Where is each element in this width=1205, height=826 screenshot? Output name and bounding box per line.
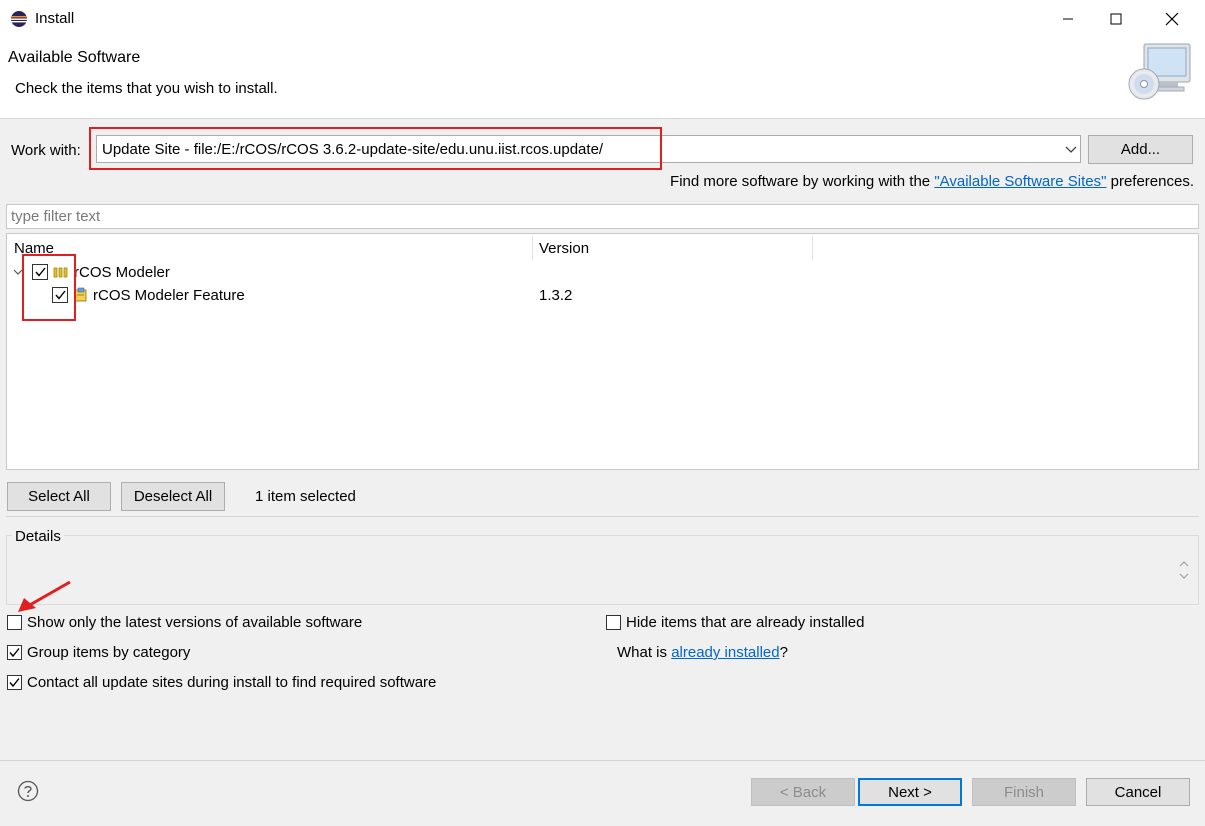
install-banner-icon [1126,42,1194,104]
annotation-arrow [14,578,72,614]
select-all-button[interactable]: Select All [7,482,111,511]
cancel-button[interactable]: Cancel [1086,778,1190,806]
finish-button[interactable]: Finish [972,778,1076,806]
annotation-highlight-site [89,127,662,170]
latest-only-checkbox[interactable] [7,615,22,630]
deselect-all-button[interactable]: Deselect All [121,482,225,511]
help-icon[interactable] [17,780,39,802]
hide-installed-label[interactable]: Hide items that are already installed [626,614,864,631]
column-separator[interactable] [532,236,533,260]
divider [0,760,1205,761]
hide-installed-checkbox[interactable] [606,615,621,630]
maximize-button[interactable] [1092,0,1140,38]
eclipse-icon [10,10,28,28]
contact-sites-label[interactable]: Contact all update sites during install … [27,674,436,691]
already-installed-link[interactable]: already installed [671,644,779,661]
contact-sites-checkbox[interactable] [7,675,22,690]
annotation-highlight-checkboxes [22,254,76,321]
what-is-prefix: What is [617,644,672,661]
details-scroll-arrows[interactable] [1177,558,1191,582]
add-site-button[interactable]: Add... [1088,135,1193,164]
window-title: Install [35,10,75,27]
details-box [6,535,1199,605]
selection-status: 1 item selected [255,488,356,505]
tree-item-version: 1.3.2 [539,287,573,304]
title-bar [0,0,1205,38]
tree-item-name[interactable]: rCOS Modeler Feature [93,287,245,304]
latest-only-label[interactable]: Show only the latest versions of availab… [27,614,362,631]
what-is-suffix: ? [779,644,788,661]
column-separator[interactable] [812,236,813,260]
find-more-text: Find more software by working with the "… [670,173,1194,190]
chevron-down-icon[interactable] [1063,141,1079,157]
column-header-version[interactable]: Version [539,240,589,257]
find-more-prefix: Find more software by working with the [670,173,935,190]
back-button[interactable]: < Back [751,778,855,806]
wizard-header [0,38,1205,119]
page-description: Check the items that you wish to install… [15,80,278,97]
available-software-sites-link[interactable]: "Available Software Sites" [934,173,1106,190]
filter-input[interactable] [6,204,1199,229]
what-is-installed-text: What is already installed? [617,644,788,661]
group-by-category-label[interactable]: Group items by category [27,644,190,661]
details-label: Details [12,528,64,545]
work-with-label: Work with: [11,142,81,159]
close-button[interactable] [1148,0,1196,38]
next-button[interactable]: Next > [858,778,962,806]
find-more-suffix: preferences. [1106,173,1194,190]
close-icon [1165,12,1179,26]
page-title: Available Software [8,49,141,66]
group-by-category-checkbox[interactable] [7,645,22,660]
maximize-icon [1110,13,1122,25]
minimize-button[interactable] [1044,0,1092,38]
software-tree[interactable] [6,233,1199,470]
tree-item-name[interactable]: rCOS Modeler [74,264,170,281]
divider [6,516,1199,517]
minimize-icon [1063,18,1073,20]
